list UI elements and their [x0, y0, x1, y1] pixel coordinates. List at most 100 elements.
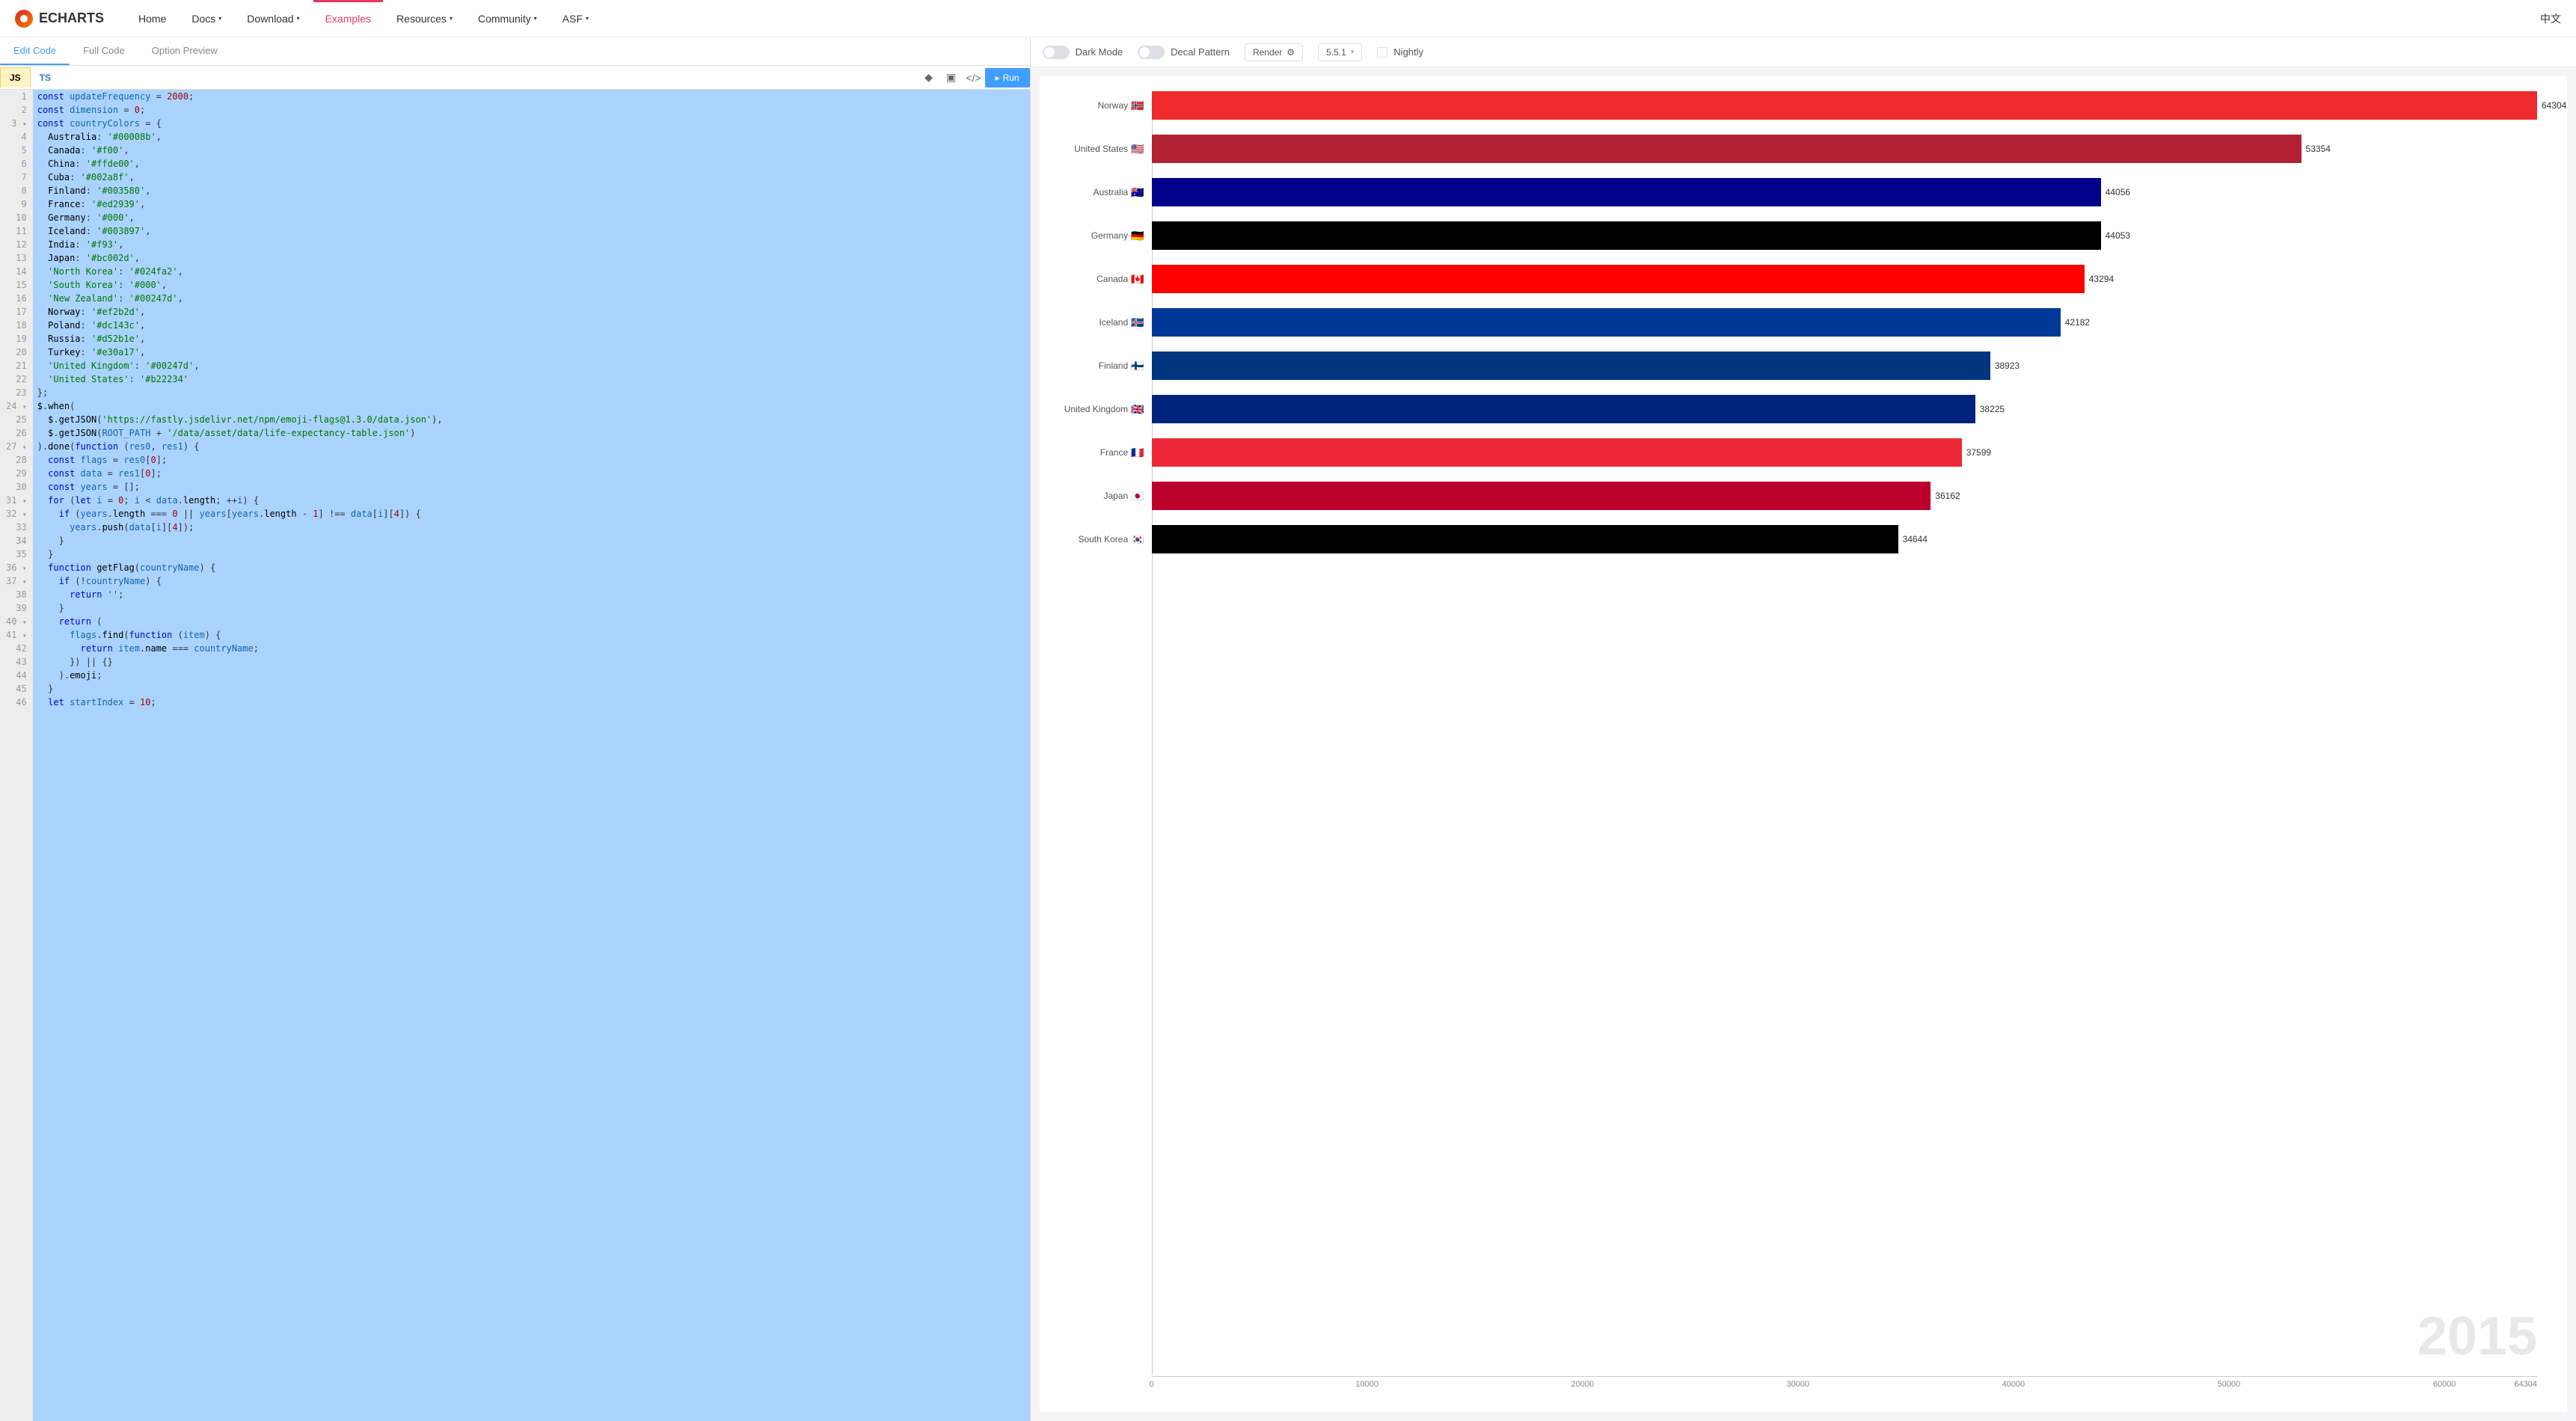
brand-logo[interactable]: ECHARTS: [15, 10, 104, 28]
bar[interactable]: [1152, 91, 2537, 120]
code-line[interactable]: Australia: '#00008b',: [37, 130, 1025, 144]
code-line[interactable]: ).emoji;: [37, 669, 1025, 682]
dark-mode-toggle[interactable]: Dark Mode: [1043, 46, 1123, 59]
play-icon: ▸: [996, 73, 1000, 83]
code-line[interactable]: return '';: [37, 588, 1025, 601]
code-line[interactable]: Japan: '#bc002d',: [37, 251, 1025, 265]
codesandbox-icon[interactable]: ▣: [940, 71, 963, 84]
code-line[interactable]: Germany: '#000',: [37, 211, 1025, 224]
line-number: 27 ▾: [6, 440, 27, 453]
render-select[interactable]: Render ⚙: [1245, 43, 1303, 61]
nav-community[interactable]: Community▾: [466, 2, 549, 35]
bar-value: 43294: [2089, 274, 2114, 284]
code-line[interactable]: }: [37, 547, 1025, 561]
nav-download[interactable]: Download▾: [235, 2, 311, 35]
code-line[interactable]: flags.find(function (item) {: [37, 628, 1025, 642]
code-line[interactable]: 'North Korea': '#024fa2',: [37, 265, 1025, 278]
nav-docs[interactable]: Docs▾: [180, 2, 233, 35]
tab-option-preview[interactable]: Option Preview: [138, 37, 231, 65]
code-line[interactable]: const dimension = 0;: [37, 103, 1025, 117]
code-line[interactable]: Cuba: '#002a8f',: [37, 171, 1025, 184]
code-line[interactable]: if (years.length === 0 || years[years.le…: [37, 507, 1025, 521]
nav-resources[interactable]: Resources▾: [384, 2, 464, 35]
bar-value: 38923: [1995, 360, 2020, 371]
bar[interactable]: [1152, 438, 1962, 467]
code-line[interactable]: Russia: '#d52b1e',: [37, 332, 1025, 346]
language-toggle[interactable]: 中文: [2540, 11, 2561, 26]
line-number: 46: [6, 696, 27, 709]
x-tick: 20000: [1571, 1380, 1594, 1389]
line-number: 12: [6, 238, 27, 251]
lang-tab-ts[interactable]: TS: [31, 68, 60, 88]
line-number: 1: [6, 90, 27, 103]
flag-icon: 🇩🇪: [1131, 230, 1144, 242]
code-line[interactable]: }: [37, 682, 1025, 696]
code-line[interactable]: China: '#ffde00',: [37, 157, 1025, 171]
code-icon[interactable]: </>: [963, 72, 985, 84]
bar[interactable]: [1152, 525, 1898, 553]
code-line[interactable]: India: '#f93',: [37, 238, 1025, 251]
code-line[interactable]: const updateFrequency = 2000;: [37, 90, 1025, 103]
code-line[interactable]: 'United States': '#b22234': [37, 372, 1025, 386]
nav-examples[interactable]: Examples: [313, 0, 383, 35]
bar[interactable]: [1152, 308, 2061, 337]
codepen-icon[interactable]: ◆: [918, 71, 940, 84]
code-line[interactable]: }: [37, 601, 1025, 615]
code-line[interactable]: Turkey: '#e30a17',: [37, 346, 1025, 359]
nav-asf[interactable]: ASF▾: [551, 2, 601, 35]
bar[interactable]: [1152, 135, 2301, 163]
line-number: 32 ▾: [6, 507, 27, 521]
code-line[interactable]: return item.name === countryName;: [37, 642, 1025, 655]
bar-label: United States 🇺🇸: [1074, 143, 1144, 156]
code-line[interactable]: const countryColors = {: [37, 117, 1025, 130]
nav-home[interactable]: Home: [126, 2, 178, 35]
bar[interactable]: [1152, 265, 2085, 293]
code-line[interactable]: Canada: '#f00',: [37, 144, 1025, 157]
code-editor[interactable]: 123 ▾45678910111213141516171819202122232…: [0, 90, 1030, 1421]
line-number: 8: [6, 184, 27, 197]
code-line[interactable]: 'South Korea': '#000',: [37, 278, 1025, 292]
code-line[interactable]: $.when(: [37, 399, 1025, 413]
bar[interactable]: [1152, 395, 1975, 423]
code-line[interactable]: 'United Kingdom': '#00247d',: [37, 359, 1025, 372]
line-number: 35: [6, 547, 27, 561]
run-button[interactable]: ▸ Run: [985, 68, 1030, 88]
code-line[interactable]: if (!countryName) {: [37, 574, 1025, 588]
code-line[interactable]: };: [37, 386, 1025, 399]
bar-value: 37599: [1966, 447, 1991, 458]
code-line[interactable]: const years = [];: [37, 480, 1025, 494]
code-line[interactable]: return (: [37, 615, 1025, 628]
tab-edit-code[interactable]: Edit Code: [0, 37, 70, 65]
line-number: 29: [6, 467, 27, 480]
code-line[interactable]: $.getJSON(ROOT_PATH + '/data/asset/data/…: [37, 426, 1025, 440]
code-line[interactable]: $.getJSON('https://fastly.jsdelivr.net/n…: [37, 413, 1025, 426]
code-line[interactable]: France: '#ed2939',: [37, 197, 1025, 211]
decal-pattern-toggle[interactable]: Decal Pattern: [1138, 46, 1230, 59]
code-line[interactable]: let startIndex = 10;: [37, 696, 1025, 709]
code-line[interactable]: Finland: '#003580',: [37, 184, 1025, 197]
code-line[interactable]: const data = res1[0];: [37, 467, 1025, 480]
nav-links: HomeDocs▾Download▾ExamplesResources▾Comm…: [126, 2, 2540, 35]
code-line[interactable]: const flags = res0[0];: [37, 453, 1025, 467]
code-line[interactable]: for (let i = 0; i < data.length; ++i) {: [37, 494, 1025, 507]
code-line[interactable]: years.push(data[i][4]);: [37, 521, 1025, 534]
code-line[interactable]: Poland: '#dc143c',: [37, 319, 1025, 332]
bar[interactable]: [1152, 352, 1990, 380]
logo-icon: [15, 10, 33, 28]
bar-label: France 🇫🇷: [1100, 446, 1144, 459]
code-line[interactable]: }: [37, 534, 1025, 547]
nightly-checkbox[interactable]: Nightly: [1377, 46, 1423, 58]
code-line[interactable]: function getFlag(countryName) {: [37, 561, 1025, 574]
bar[interactable]: [1152, 482, 1931, 510]
code-line[interactable]: Iceland: '#003897',: [37, 224, 1025, 238]
code-line[interactable]: Norway: '#ef2b2d',: [37, 305, 1025, 319]
tab-full-code[interactable]: Full Code: [70, 37, 138, 65]
code-line[interactable]: ).done(function (res0, res1) {: [37, 440, 1025, 453]
code-line[interactable]: 'New Zealand': '#00247d',: [37, 292, 1025, 305]
version-select[interactable]: 5.5.1 ▾: [1318, 43, 1362, 61]
bar[interactable]: [1152, 221, 2101, 250]
bar[interactable]: [1152, 178, 2101, 206]
lang-tab-js[interactable]: JS: [0, 67, 31, 88]
code-line[interactable]: }) || {}: [37, 655, 1025, 669]
bar-label: Canada 🇨🇦: [1097, 273, 1144, 286]
